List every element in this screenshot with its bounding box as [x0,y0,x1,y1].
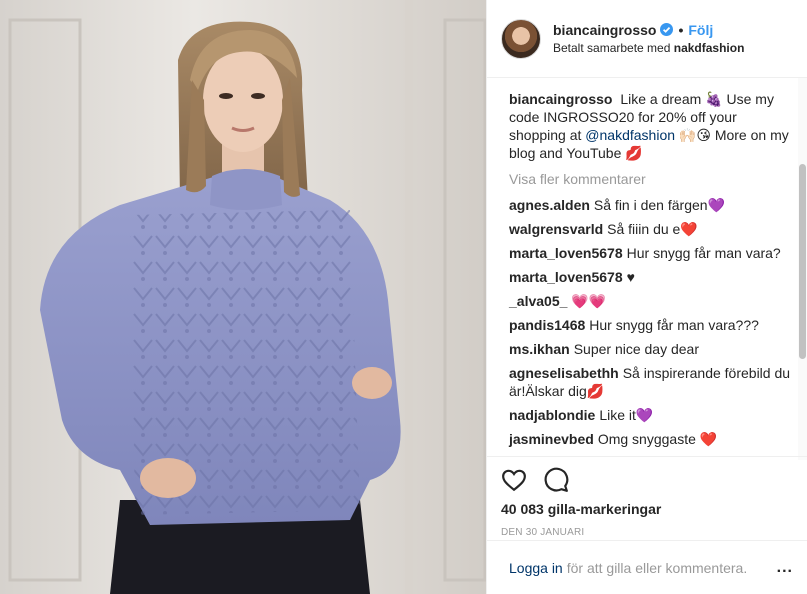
comment-text: Like it💜 [599,407,654,423]
comment-text: Hur snygg får man vara??? [589,317,759,333]
comment-item: pandis1468 Hur snygg får man vara??? [509,316,791,334]
post-header: biancaingrosso • Följ Betalt samarbete m… [487,0,807,78]
comment-text: ♥ [626,269,635,285]
header-user-line: biancaingrosso • Följ [553,21,744,39]
header-text: biancaingrosso • Följ Betalt samarbete m… [553,21,744,57]
woman-in-lavender-sweater-image [0,0,486,594]
caption-mention-link[interactable]: @nakdfashion [585,127,675,143]
comment-bubble-icon[interactable] [543,467,569,493]
comment-username[interactable]: agnes.alden [509,197,590,213]
comment-item: ms.ikhan Super nice day dear [509,340,791,358]
more-options-icon[interactable]: ... [777,559,793,577]
username-link[interactable]: biancaingrosso [553,21,656,39]
post-details-panel: biancaingrosso • Följ Betalt samarbete m… [486,0,807,594]
comment-username[interactable]: pandis1468 [509,317,585,333]
comment-username[interactable]: jasminevbed [509,431,594,447]
header-separator: • [678,21,684,38]
post-photo[interactable] [0,0,486,594]
comment-text: 💗💗 [571,293,607,309]
login-prompt-text: för att gilla eller kommentera. [566,559,748,576]
comment-username[interactable]: _alva05_ [509,293,567,309]
comment-username[interactable]: walgrensvarld [509,221,603,237]
comment-item: _alva05_ 💗💗 [509,292,791,310]
comment-username[interactable]: agneselisabethh [509,365,619,381]
comment-item: nadjablondie Like it💜 [509,406,791,424]
comment-text: Hur snygg får man vara? [626,245,781,261]
avatar[interactable] [501,18,541,59]
comment-username[interactable]: marta_loven5678 [509,245,623,261]
login-link[interactable]: Logga in [509,560,563,576]
follow-button[interactable]: Följ [688,21,713,39]
instagram-post: biancaingrosso • Följ Betalt samarbete m… [0,0,807,594]
comments-scrollbar[interactable] [798,78,807,460]
comment-item: marta_loven5678 ♥ [509,268,791,286]
caption-username[interactable]: biancaingrosso [509,91,612,107]
heart-icon[interactable] [501,467,527,493]
comment-item: walgrensvarld Så fiiin du e❤️ [509,220,791,238]
comments-section[interactable]: biancaingrosso Like a dream 🍇 Use my cod… [487,78,807,456]
comment-text: Så fin i den färgen💜 [593,197,725,213]
comment-item: agnes.alden Så fin i den färgen💜 [509,196,791,214]
post-caption: biancaingrosso Like a dream 🍇 Use my cod… [509,90,791,162]
action-icons [501,457,791,497]
comment-item: agneselisabethh Så inspirerande förebild … [509,364,791,400]
paid-partnership-line: Betalt samarbete med nakdfashion [553,39,744,57]
login-prompt: Logga in för att gilla eller kommentera.… [487,540,807,594]
comment-item: jasminevbed Omg snyggaste ❤️ [509,430,791,448]
likes-count[interactable]: 40 083 gilla-markeringar [501,501,791,517]
verified-badge-icon [660,23,674,36]
sponsor-link[interactable]: nakdfashion [674,41,745,55]
comment-text: Super nice day dear [573,341,700,357]
comment-text: Omg snyggaste ❤️ [597,431,718,447]
scrollbar-thumb[interactable] [799,164,806,359]
sponsor-prefix: Betalt samarbete med [553,40,671,55]
post-date[interactable]: DEN 30 JANUARI [501,527,791,538]
comment-username[interactable]: nadjablondie [509,407,595,423]
comment-username[interactable]: ms.ikhan [509,341,570,357]
load-more-comments-button[interactable]: Visa fler kommentarer [509,171,646,187]
comment-text: Så fiiin du e❤️ [607,221,698,237]
comment-item: marta_loven5678 Hur snygg får man vara? [509,244,791,262]
comment-username[interactable]: marta_loven5678 [509,269,623,285]
